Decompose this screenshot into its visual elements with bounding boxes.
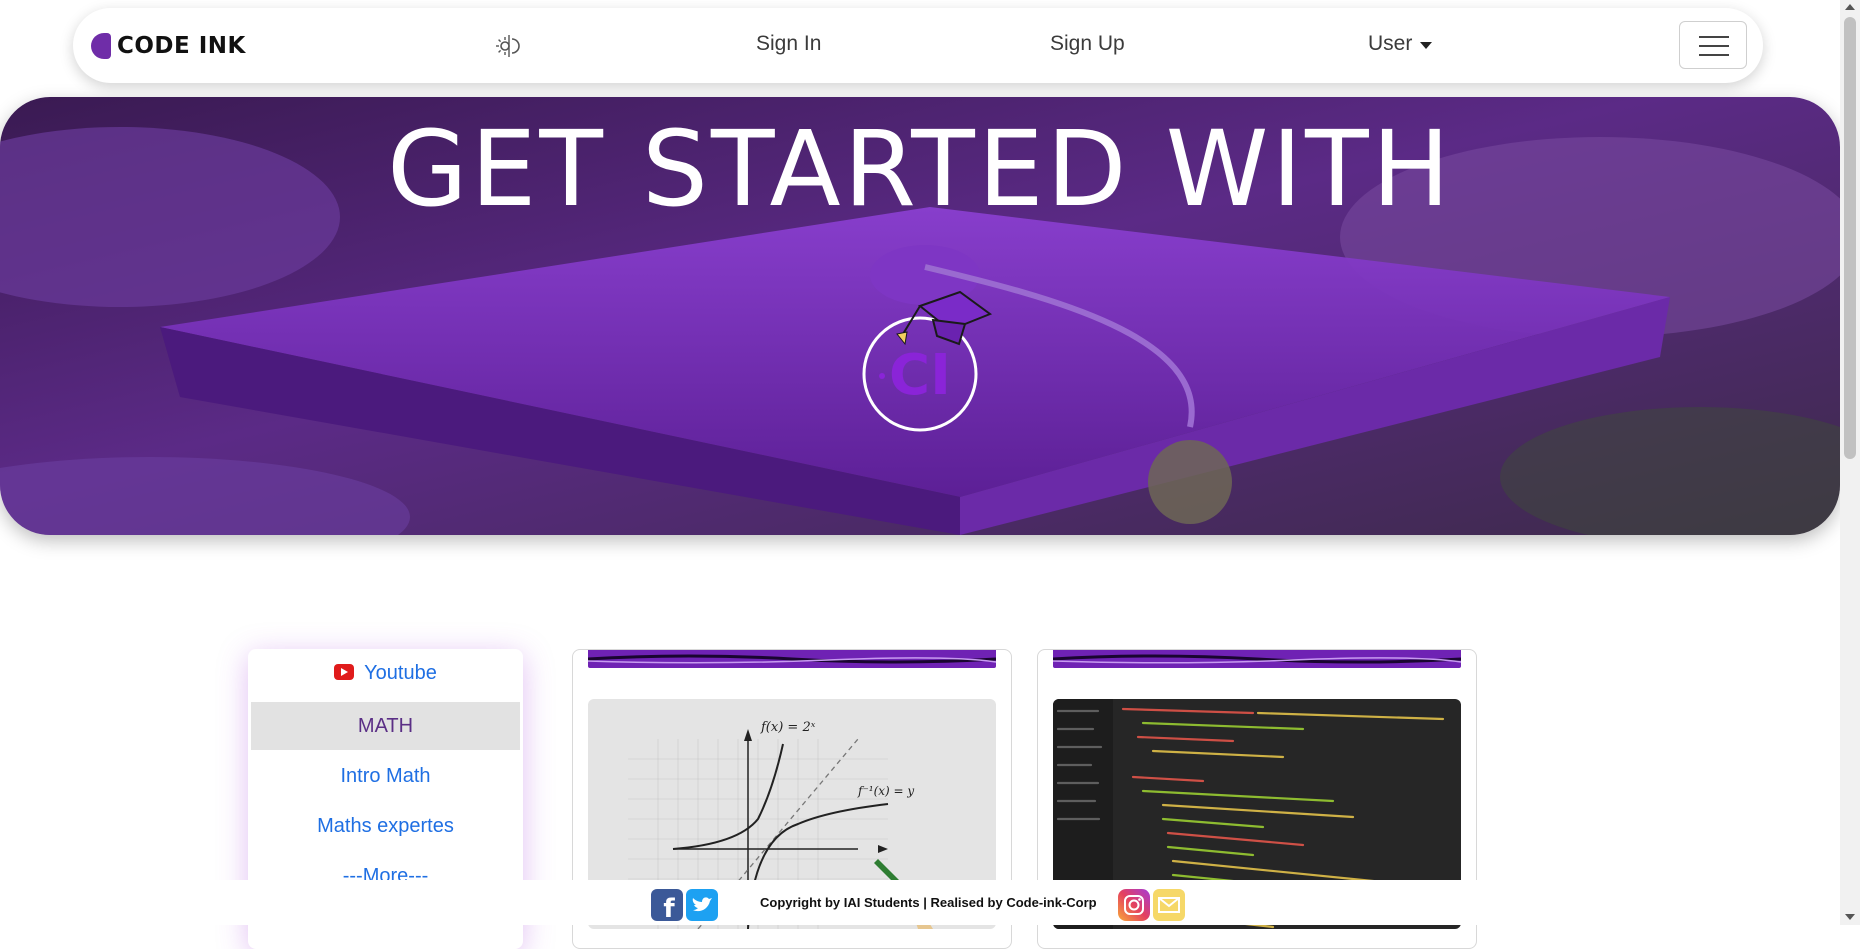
user-dropdown[interactable]: User bbox=[1368, 32, 1433, 56]
page-scrollbar[interactable] bbox=[1840, 0, 1860, 925]
svg-text:f: f bbox=[663, 894, 675, 921]
graph-label-f: f(x) = 2ˣ bbox=[760, 720, 816, 735]
sidebar-item-youtube[interactable]: Youtube bbox=[251, 649, 520, 697]
sign-in-link[interactable]: Sign In bbox=[756, 32, 821, 56]
sign-up-link[interactable]: Sign Up bbox=[1050, 32, 1125, 56]
scroll-up-icon[interactable] bbox=[1845, 4, 1855, 10]
page-footer: f Copyright by IAI Students | Realised b… bbox=[0, 880, 1840, 925]
brand-logo-icon bbox=[91, 33, 111, 59]
twitter-icon[interactable] bbox=[686, 889, 718, 921]
mail-icon[interactable] bbox=[1153, 889, 1185, 921]
hero-title: GET STARTED WITH bbox=[387, 108, 1453, 230]
sidebar-item-maths-expertes[interactable]: Maths expertes bbox=[251, 802, 520, 850]
card-header-band bbox=[1053, 650, 1461, 668]
scroll-down-icon[interactable] bbox=[1845, 914, 1855, 920]
scrollbar-thumb[interactable] bbox=[1844, 17, 1856, 459]
top-navbar: CODE INK Sign In Sign Up User bbox=[73, 8, 1763, 83]
sidebar-item-intro-math[interactable]: Intro Math bbox=[251, 752, 520, 800]
hero-banner: GET STARTED WITH CI bbox=[0, 97, 1840, 535]
sun-moon-icon[interactable] bbox=[493, 32, 523, 60]
caret-down-icon bbox=[1420, 41, 1433, 49]
card-header-band bbox=[588, 650, 996, 668]
graph-label-finv: f⁻¹(x) = y bbox=[857, 784, 914, 798]
copyright-text: Copyright by IAI Students | Realised by … bbox=[760, 895, 1097, 910]
sidebar-item-math[interactable]: MATH bbox=[251, 702, 520, 750]
youtube-icon bbox=[334, 663, 355, 680]
sidebar-item-label: Youtube bbox=[364, 662, 437, 684]
brand-link[interactable]: CODE INK bbox=[91, 30, 246, 62]
hamburger-menu-icon[interactable] bbox=[1679, 21, 1747, 69]
user-dropdown-label: User bbox=[1368, 32, 1413, 55]
brand-name: CODE INK bbox=[117, 33, 246, 59]
facebook-icon[interactable]: f bbox=[651, 889, 683, 924]
instagram-icon[interactable] bbox=[1118, 889, 1150, 921]
code-ink-logo: CI bbox=[862, 290, 993, 432]
logo-text: CI bbox=[889, 343, 951, 408]
